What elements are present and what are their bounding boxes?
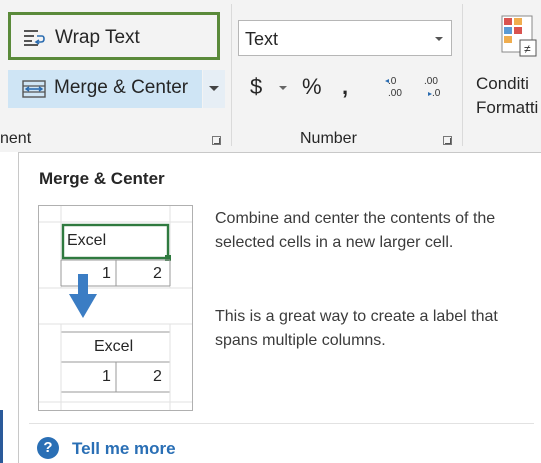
conditional-formatting-button[interactable]: Conditi Formatti bbox=[476, 72, 541, 120]
svg-text:.0: .0 bbox=[388, 76, 397, 87]
worksheet-edge-mark bbox=[0, 410, 3, 463]
currency-button[interactable]: $ bbox=[250, 74, 262, 100]
merge-center-tooltip: Merge & Center Excel 1 2 Excel 1 2 Combi… bbox=[18, 152, 541, 463]
help-icon: ? bbox=[37, 437, 59, 459]
merge-center-dropdown[interactable] bbox=[203, 70, 225, 108]
tooltip-description: Combine and center the contents of the s… bbox=[215, 210, 496, 251]
chevron-down-icon bbox=[209, 86, 219, 91]
conditional-formatting-label-1: Conditi bbox=[476, 74, 529, 93]
decrease-decimal-icon[interactable]: .00 .0 bbox=[420, 72, 450, 102]
svg-text:.00: .00 bbox=[424, 76, 438, 87]
worksheet-edge bbox=[0, 152, 18, 463]
number-group-label: Number bbox=[300, 130, 357, 147]
increase-decimal-icon[interactable]: .0 .00 bbox=[384, 72, 414, 102]
before-cell-2: 2 bbox=[153, 265, 162, 282]
alignment-dialog-launcher-icon[interactable] bbox=[212, 136, 221, 145]
tooltip-divider bbox=[29, 423, 534, 424]
svg-text:.00: .00 bbox=[388, 88, 402, 99]
wrap-text-icon bbox=[24, 30, 45, 46]
before-cell-1: 1 bbox=[102, 265, 111, 282]
after-label-cell: Excel bbox=[94, 338, 134, 355]
ribbon: Wrap Text Merge & Center nent Text $ % ,… bbox=[0, 0, 541, 152]
percent-button[interactable]: % bbox=[302, 74, 322, 100]
comma-style-button[interactable]: , bbox=[342, 74, 348, 100]
merge-center-label: Merge & Center bbox=[54, 77, 189, 98]
wrap-text-button[interactable]: Wrap Text bbox=[8, 12, 220, 60]
merge-illustration: Excel 1 2 Excel 1 2 bbox=[38, 205, 193, 411]
svg-text:≠: ≠ bbox=[524, 42, 531, 56]
conditional-formatting-label-2: Formatti bbox=[476, 98, 539, 117]
merge-illustration-graphic bbox=[39, 206, 192, 410]
number-format-select[interactable]: Text bbox=[238, 20, 452, 56]
wrap-text-label: Wrap Text bbox=[55, 27, 140, 48]
tooltip-tip: This is a great way to create a label th… bbox=[215, 308, 498, 349]
number-format-value: Text bbox=[245, 29, 279, 49]
number-dialog-launcher-icon[interactable] bbox=[443, 136, 452, 145]
before-label-cell: Excel bbox=[67, 232, 107, 249]
group-divider bbox=[231, 4, 232, 146]
after-cell-2: 2 bbox=[153, 368, 162, 385]
svg-text:.0: .0 bbox=[432, 88, 441, 99]
tooltip-title: Merge & Center bbox=[39, 169, 165, 188]
group-divider bbox=[462, 4, 463, 146]
merge-center-button[interactable]: Merge & Center bbox=[8, 70, 202, 108]
chevron-down-icon bbox=[435, 37, 443, 41]
currency-dropdown-icon[interactable] bbox=[279, 86, 287, 90]
merge-center-icon bbox=[22, 80, 46, 98]
tell-me-more-label: Tell me more bbox=[72, 439, 176, 458]
alignment-group-label: nent bbox=[0, 130, 32, 147]
conditional-formatting-icon[interactable]: ≠ bbox=[498, 14, 538, 58]
after-cell-1: 1 bbox=[102, 368, 111, 385]
